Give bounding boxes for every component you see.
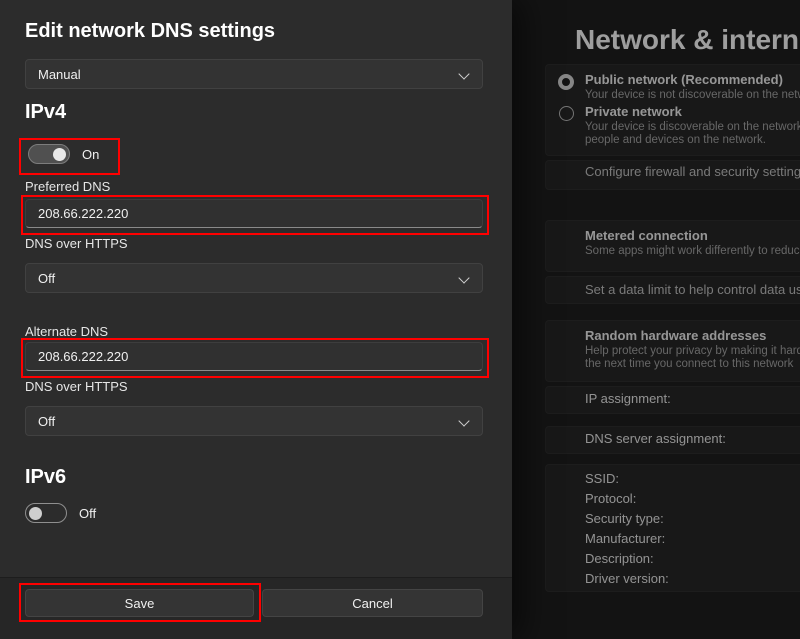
ssid-label: SSID: — [585, 471, 619, 486]
private-network-desc-line2: people and devices on the network. — [585, 134, 766, 146]
ip-assignment-label: IP assignment: — [585, 391, 671, 406]
alternate-dns-label: Alternate DNS — [25, 324, 108, 339]
ipv6-toggle[interactable]: Off — [25, 503, 96, 523]
manufacturer-label: Manufacturer: — [585, 531, 665, 546]
protocol-label: Protocol: — [585, 491, 636, 506]
driver-version-label: Driver version: — [585, 571, 669, 586]
preferred-doh-select[interactable]: Off — [25, 263, 483, 293]
chevron-down-icon — [458, 272, 469, 283]
alternate-dns-input[interactable] — [25, 342, 483, 371]
dns-assignment-label: DNS server assignment: — [585, 431, 726, 446]
preferred-dns-label: Preferred DNS — [25, 179, 110, 194]
random-hw-desc-line2: the next time you connect to this networ… — [585, 358, 793, 370]
private-network-label: Private network — [585, 104, 682, 119]
public-network-label: Public network (Recommended) — [585, 72, 783, 87]
preferred-doh-label: DNS over HTTPS — [25, 236, 128, 251]
firewall-settings-link: Configure firewall and security settings — [585, 164, 800, 179]
description-label: Description: — [585, 551, 654, 566]
ipv6-toggle-state: Off — [79, 506, 96, 521]
toggle-knob — [53, 148, 66, 161]
public-network-desc: Your device is not discoverable on the n… — [585, 89, 800, 101]
alternate-doh-select[interactable]: Off — [25, 406, 483, 436]
toggle-off-icon — [25, 503, 67, 523]
preferred-doh-value: Off — [38, 271, 55, 286]
security-type-label: Security type: — [585, 511, 664, 526]
toggle-knob — [29, 507, 42, 520]
ipv4-toggle-state: On — [82, 147, 99, 162]
save-button[interactable]: Save — [25, 589, 254, 617]
preferred-dns-input[interactable] — [25, 199, 483, 228]
chevron-down-icon — [458, 68, 469, 79]
page-title: Network & internet — [575, 24, 800, 56]
private-network-radio-icon — [559, 106, 574, 121]
screen: Network & internet Public network (Recom… — [0, 0, 800, 639]
properties-card — [545, 464, 800, 592]
toggle-on-icon — [28, 144, 70, 164]
dns-mode-value: Manual — [38, 67, 81, 82]
ipv6-heading: IPv6 — [25, 466, 66, 489]
metered-connection-desc: Some apps might work differently to redu… — [585, 245, 800, 257]
public-network-radio-icon — [558, 74, 574, 90]
ipv4-heading: IPv4 — [25, 101, 66, 124]
alternate-doh-label: DNS over HTTPS — [25, 379, 128, 394]
random-hw-label: Random hardware addresses — [585, 328, 766, 343]
random-hw-desc-line1: Help protect your privacy by making it h… — [585, 345, 800, 357]
ipv4-toggle[interactable]: On — [28, 144, 99, 164]
alternate-doh-value: Off — [38, 414, 55, 429]
dialog-footer: Save Cancel — [0, 577, 512, 639]
data-limit-link: Set a data limit to help control data us… — [585, 282, 800, 297]
cancel-button[interactable]: Cancel — [262, 589, 483, 617]
chevron-down-icon — [458, 415, 469, 426]
private-network-desc-line1: Your device is discoverable on the netwo… — [585, 121, 800, 133]
dns-mode-select[interactable]: Manual — [25, 59, 483, 89]
edit-dns-dialog: Edit network DNS settings Manual IPv4 On… — [0, 0, 512, 639]
metered-connection-label: Metered connection — [585, 228, 708, 243]
ip-assignment-card — [545, 386, 800, 414]
dialog-title: Edit network DNS settings — [25, 20, 275, 43]
